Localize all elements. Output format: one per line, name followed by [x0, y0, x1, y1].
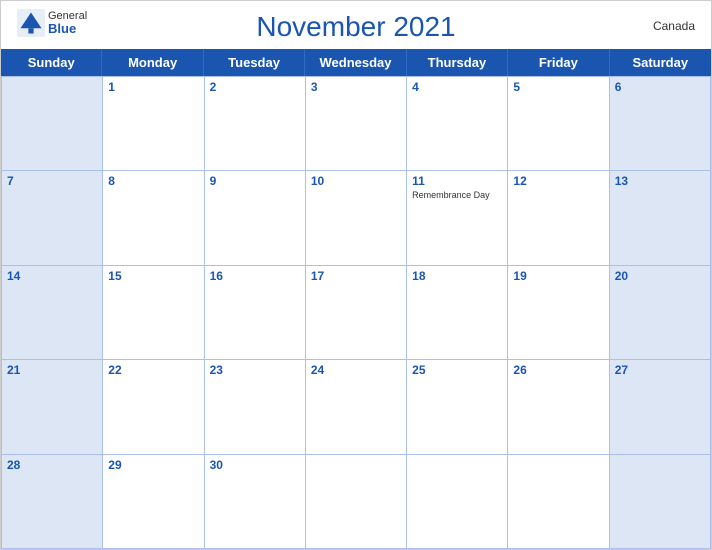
table-row: 9: [205, 171, 306, 265]
table-row: 29: [103, 455, 204, 549]
cell-date: 9: [210, 174, 300, 188]
cell-date: 26: [513, 363, 603, 377]
table-row: 21: [2, 360, 103, 454]
table-row: 22: [103, 360, 204, 454]
calendar-grid: 1234567891011Remembrance Day121314151617…: [1, 76, 711, 549]
month-title: November 2021: [256, 11, 455, 43]
table-row: 16: [205, 266, 306, 360]
table-row: [610, 455, 711, 549]
header-friday: Friday: [508, 49, 609, 76]
table-row: 27: [610, 360, 711, 454]
country-label: Canada: [653, 19, 695, 33]
table-row: 11 Remembrance Day: [407, 171, 508, 265]
table-row: 3: [306, 77, 407, 171]
cell-date: 30: [210, 458, 300, 472]
cell-event: Remembrance Day: [412, 190, 502, 200]
cell-date: 4: [412, 80, 502, 94]
cell-date: 10: [311, 174, 401, 188]
table-row: 24: [306, 360, 407, 454]
table-row: 15: [103, 266, 204, 360]
cell-date: 17: [311, 269, 401, 283]
table-row: 30: [205, 455, 306, 549]
logo-blue: Blue: [48, 21, 76, 36]
cell-date: 28: [7, 458, 97, 472]
header-monday: Monday: [102, 49, 203, 76]
table-row: 8: [103, 171, 204, 265]
cell-date: 14: [7, 269, 97, 283]
cell-date: 22: [108, 363, 198, 377]
table-row: 25: [407, 360, 508, 454]
table-row: 4: [407, 77, 508, 171]
table-row: 10: [306, 171, 407, 265]
cell-date: 27: [615, 363, 705, 377]
cell-date: 1: [108, 80, 198, 94]
logo-icon: [17, 9, 45, 37]
cell-date: 25: [412, 363, 502, 377]
cell-date: 7: [7, 174, 97, 188]
table-row: 20: [610, 266, 711, 360]
table-row: 12: [508, 171, 609, 265]
cell-date: 29: [108, 458, 198, 472]
cell-date: 20: [615, 269, 705, 283]
cell-date: 21: [7, 363, 97, 377]
table-row: 28: [2, 455, 103, 549]
table-row: [306, 455, 407, 549]
table-row: [2, 77, 103, 171]
table-row: 14: [2, 266, 103, 360]
cell-date: 12: [513, 174, 603, 188]
cell-date: 6: [615, 80, 705, 94]
calendar-header: General Blue November 2021 Canada: [1, 1, 711, 49]
table-row: 1: [103, 77, 204, 171]
day-headers: Sunday Monday Tuesday Wednesday Thursday…: [1, 49, 711, 76]
cell-date: 23: [210, 363, 300, 377]
header-wednesday: Wednesday: [305, 49, 406, 76]
table-row: 18: [407, 266, 508, 360]
logo-area: General Blue: [17, 9, 87, 37]
table-row: 23: [205, 360, 306, 454]
cell-date: 19: [513, 269, 603, 283]
header-thursday: Thursday: [407, 49, 508, 76]
cell-date: 5: [513, 80, 603, 94]
header-sunday: Sunday: [1, 49, 102, 76]
table-row: [407, 455, 508, 549]
cell-date: 15: [108, 269, 198, 283]
cell-date: 16: [210, 269, 300, 283]
table-row: 13: [610, 171, 711, 265]
cell-date: 24: [311, 363, 401, 377]
table-row: 2: [205, 77, 306, 171]
cell-date: 2: [210, 80, 300, 94]
cell-date: 11: [412, 174, 502, 188]
table-row: 26: [508, 360, 609, 454]
cell-date: 18: [412, 269, 502, 283]
cell-date: 13: [615, 174, 705, 188]
cell-date: 3: [311, 80, 401, 94]
table-row: [508, 455, 609, 549]
table-row: 5: [508, 77, 609, 171]
table-row: 6: [610, 77, 711, 171]
table-row: 17: [306, 266, 407, 360]
table-row: 7: [2, 171, 103, 265]
table-row: 19: [508, 266, 609, 360]
cell-date: 8: [108, 174, 198, 188]
header-tuesday: Tuesday: [204, 49, 305, 76]
header-saturday: Saturday: [610, 49, 711, 76]
calendar-container: General Blue November 2021 Canada Sunday…: [0, 0, 712, 550]
